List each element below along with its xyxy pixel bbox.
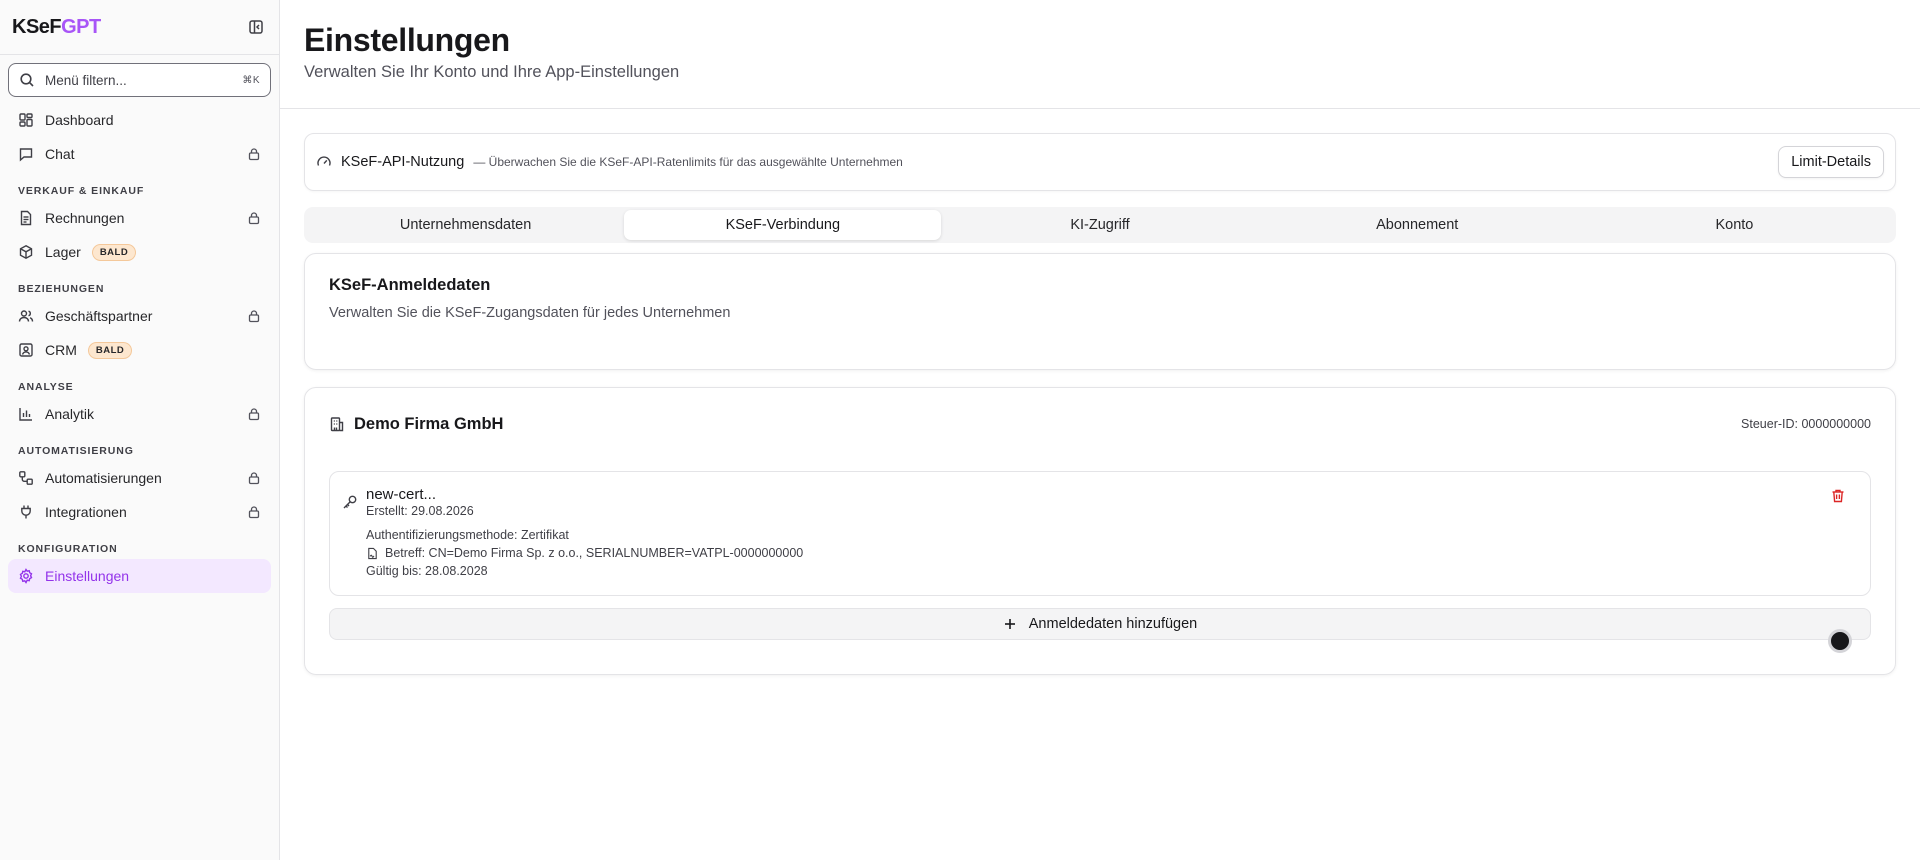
plug-icon xyxy=(18,504,34,520)
sidebar-item-chat[interactable]: Chat xyxy=(8,137,271,171)
gear-icon xyxy=(18,568,34,584)
menu-filter-input[interactable] xyxy=(45,72,233,88)
section-title-configuration: KONFIGURATION xyxy=(18,543,118,555)
sidebar-item-crm[interactable]: CRM BALD xyxy=(8,333,271,367)
tab-ksef-verbindung[interactable]: KSeF-Verbindung xyxy=(624,210,942,240)
sidebar-nav: Dashboard Chat VERKAUF & EINKAUF Rechnun… xyxy=(0,103,279,593)
sidebar-item-label: Geschäftspartner xyxy=(45,308,153,324)
lock-icon xyxy=(247,309,261,323)
lock-icon xyxy=(247,147,261,161)
api-usage-title: KSeF-API-Nutzung xyxy=(341,154,465,170)
key-icon xyxy=(342,494,358,595)
app-logo[interactable]: KSeF GPT xyxy=(12,16,101,39)
tab-konto[interactable]: Konto xyxy=(1576,210,1893,240)
sidebar-item-analytik[interactable]: Analytik xyxy=(8,397,271,431)
credentials-description: Verwalten Sie die KSeF-Zugangsdaten für … xyxy=(329,305,731,321)
add-credentials-button[interactable]: Anmeldedaten hinzufügen xyxy=(329,608,1871,653)
sidebar-item-label: Automatisierungen xyxy=(45,470,162,486)
mouse-cursor-indicator xyxy=(1828,629,1852,653)
sidebar-item-lager[interactable]: Lager BALD xyxy=(8,235,271,269)
tab-abonnement[interactable]: Abonnement xyxy=(1259,210,1576,240)
section-title-automation: AUTOMATISIERUNG xyxy=(18,445,134,457)
trash-icon[interactable] xyxy=(1830,488,1850,508)
lock-icon xyxy=(247,211,261,225)
company-card: Demo Firma GmbH Steuer-ID: 0000000000 ne… xyxy=(304,387,1896,675)
sidebar-item-dashboard[interactable]: Dashboard xyxy=(8,103,271,137)
shortcut-hint: ⌘K xyxy=(242,74,260,86)
bar-chart-icon xyxy=(18,406,34,422)
certificate-subject: Betreff: CN=Demo Firma Sp. z o.o., SERIA… xyxy=(385,546,804,560)
contact-card-icon xyxy=(18,342,34,358)
page-subtitle: Verwalten Sie Ihr Konto und Ihre App-Ein… xyxy=(304,63,680,81)
sidebar-item-label: Einstellungen xyxy=(45,568,130,584)
sidebar-item-geschaeftspartner[interactable]: Geschäftspartner xyxy=(8,299,271,333)
sidebar-item-label: Chat xyxy=(45,146,75,162)
workflow-icon xyxy=(18,470,34,486)
lock-icon xyxy=(247,505,261,519)
sidebar-toggle-icon[interactable] xyxy=(245,16,267,38)
main-content: Einstellungen Verwalten Sie Ihr Konto un… xyxy=(280,0,1920,860)
tax-id: Steuer-ID: 0000000000 xyxy=(1741,417,1871,431)
lock-icon xyxy=(247,407,261,421)
settings-tabs: Unternehmensdaten KSeF-Verbindung KI-Zug… xyxy=(304,207,1896,243)
plus-icon xyxy=(1003,617,1017,631)
section-title-sales: VERKAUF & EINKAUF xyxy=(18,185,145,197)
sidebar-item-integrationen[interactable]: Integrationen xyxy=(8,495,271,529)
company-header: Demo Firma GmbH Steuer-ID: 0000000000 xyxy=(329,412,1871,436)
file-signature-icon xyxy=(366,547,379,560)
coming-soon-badge: BALD xyxy=(87,341,133,359)
certificate-created: Erstellt: 29.08.2026 xyxy=(366,504,474,518)
search-icon xyxy=(19,72,35,88)
certificate-item: new-cert... Erstellt: 29.08.2026 Authent… xyxy=(329,471,1871,596)
logo-part-1: KSeF xyxy=(12,15,62,38)
certificate-details: new-cert... Erstellt: 29.08.2026 Authent… xyxy=(366,486,1822,595)
users-icon xyxy=(18,308,34,324)
sidebar: KSeFGPT ⌘K Dashboard Chat xyxy=(0,0,280,860)
section-title-analysis: ANALYSE xyxy=(18,381,74,393)
tab-ki-zugriff[interactable]: KI-Zugriff xyxy=(941,210,1258,240)
api-usage-description: — Überwachen Sie die KSeF-API-Ratenlimit… xyxy=(473,155,903,169)
settings-content: KSeF-API-Nutzung — Überwachen Sie die KS… xyxy=(280,109,1920,675)
sidebar-item-label: Rechnungen xyxy=(45,210,125,226)
certificate-valid-until: Gültig bis: 28.08.2028 xyxy=(366,564,488,578)
dashboard-icon xyxy=(18,112,34,128)
tab-unternehmensdaten[interactable]: Unternehmensdaten xyxy=(307,210,624,240)
building-icon xyxy=(329,416,345,432)
credentials-title: KSeF-Anmeldedaten xyxy=(329,276,491,294)
sidebar-item-label: Analytik xyxy=(45,406,95,422)
sidebar-item-automatisierungen[interactable]: Automatisierungen xyxy=(8,461,271,495)
coming-soon-badge: BALD xyxy=(91,243,137,261)
sidebar-item-label: Lager xyxy=(45,244,81,260)
sidebar-item-rechnungen[interactable]: Rechnungen xyxy=(8,201,271,235)
certificate-name: new-cert... xyxy=(366,486,437,503)
box-icon xyxy=(18,244,34,260)
page-header: Einstellungen Verwalten Sie Ihr Konto un… xyxy=(280,0,1920,109)
sidebar-item-label: CRM xyxy=(45,342,77,358)
invoice-icon xyxy=(18,210,34,226)
certificate-subject-row: Betreff: CN=Demo Firma Sp. z o.o., SERIA… xyxy=(366,546,1822,560)
certificate-auth-method: Authentifizierungsmethode: Zertifikat xyxy=(366,528,569,542)
add-credentials-label: Anmeldedaten hinzufügen xyxy=(1028,616,1198,632)
credentials-card: KSeF-Anmeldedaten Verwalten Sie die KSeF… xyxy=(304,253,1896,370)
logo-part-2: GPT xyxy=(61,15,101,38)
page-title: Einstellungen xyxy=(304,22,510,58)
lock-icon xyxy=(247,471,261,485)
sidebar-item-label: Dashboard xyxy=(45,112,114,128)
chat-icon xyxy=(18,146,34,162)
api-usage-card: KSeF-API-Nutzung — Überwachen Sie die KS… xyxy=(304,133,1896,191)
gauge-icon xyxy=(316,154,332,170)
sidebar-header: KSeF GPT xyxy=(0,0,279,55)
limit-details-button[interactable]: Limit-Details xyxy=(1778,146,1884,178)
section-title-relations: BEZIEHUNGEN xyxy=(18,283,105,295)
sidebar-item-einstellungen[interactable]: Einstellungen xyxy=(8,559,271,593)
menu-filter-field[interactable]: ⌘K xyxy=(8,63,271,97)
company-name: Demo Firma GmbH xyxy=(354,414,504,433)
sidebar-item-label: Integrationen xyxy=(45,504,127,520)
